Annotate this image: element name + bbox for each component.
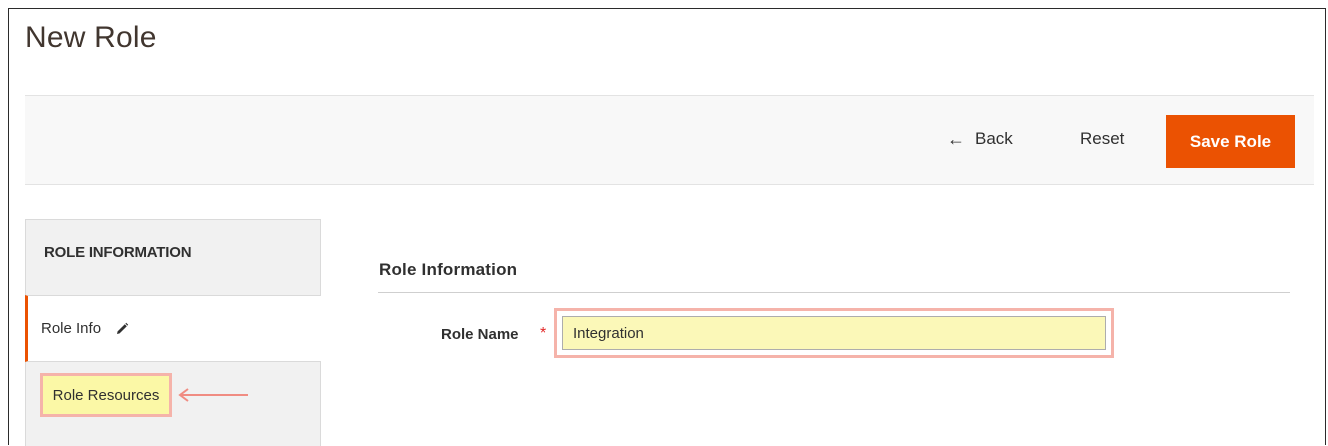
section-divider <box>378 292 1290 293</box>
page-title: New Role <box>25 21 157 54</box>
pencil-icon <box>115 322 129 336</box>
tab-role-info-label: Role Info <box>41 320 102 337</box>
save-role-button[interactable]: Save Role <box>1166 115 1295 168</box>
reset-button[interactable]: Reset <box>1080 129 1124 149</box>
annotation-arrow-icon <box>178 388 248 402</box>
section-title: Role Information <box>379 260 518 279</box>
required-marker: * <box>540 325 547 342</box>
back-button[interactable]: ← Back <box>947 129 1013 149</box>
tab-role-info[interactable]: Role Info <box>25 295 321 362</box>
sidebar-title: ROLE INFORMATION <box>44 244 192 261</box>
back-button-label: Back <box>975 129 1013 148</box>
role-name-label: Role Name <box>441 326 519 343</box>
page-frame: New Role ← Back Reset Save Role ROLE INF… <box>8 8 1326 446</box>
tab-role-resources[interactable]: Role Resources <box>40 373 172 417</box>
page-actions-bar: ← Back Reset Save Role <box>25 95 1314 185</box>
role-name-highlight <box>554 308 1114 358</box>
arrow-left-icon: ← <box>947 129 965 149</box>
role-name-input[interactable] <box>562 316 1106 350</box>
role-sidebar: ROLE INFORMATION Role Info Role Resource… <box>25 219 321 446</box>
